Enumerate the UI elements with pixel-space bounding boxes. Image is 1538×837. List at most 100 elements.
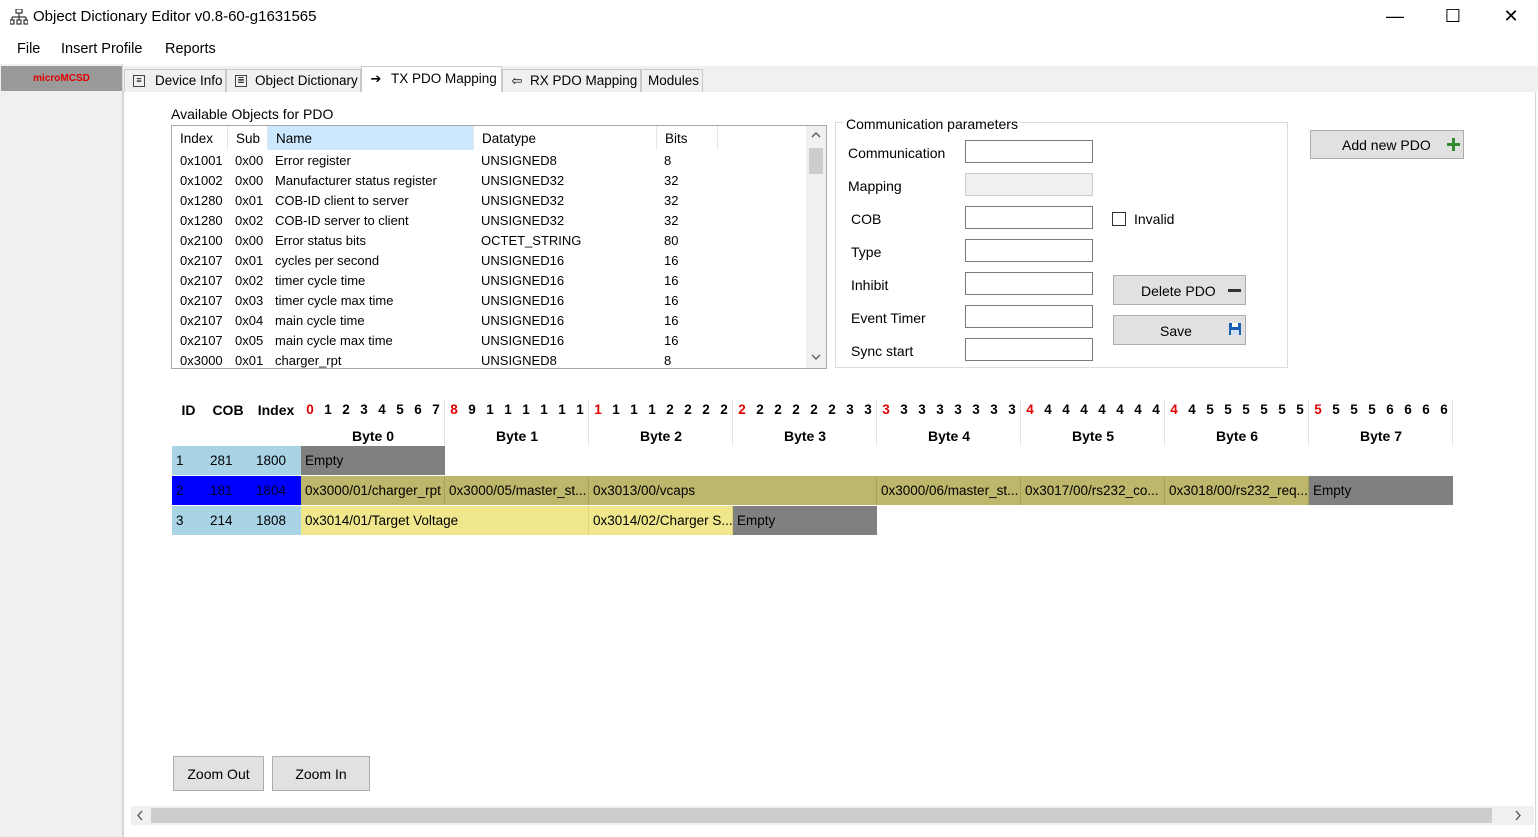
mapped-object-cell[interactable]: 0x3000/05/master_st...	[445, 476, 589, 505]
object-list-row[interactable]: 0x1280 0x01 COB-ID client to server UNSIGNE…	[172, 191, 807, 211]
tab-rx-pdo-mapping[interactable]: ⇦ RX PDO Mapping	[502, 69, 641, 92]
invalid-checkbox[interactable]	[1112, 212, 1126, 226]
pdo-cob-cell[interactable]: 214	[205, 506, 251, 535]
column-datatype[interactable]: Datatype	[474, 126, 657, 150]
pdo-id-cell[interactable]: 3	[172, 506, 205, 535]
scroll-up-icon[interactable]	[811, 131, 821, 139]
bit-number: 4	[1188, 402, 1196, 417]
menu-insert-profile[interactable]: Insert Profile	[61, 41, 142, 57]
event-timer-input[interactable]	[965, 305, 1093, 328]
horizontal-scroll-thumb[interactable]	[151, 808, 1492, 823]
column-sub[interactable]: Sub	[228, 126, 268, 150]
add-new-pdo-button[interactable]: Add new PDO	[1310, 130, 1464, 159]
row-datatype: UNSIGNED16	[481, 253, 565, 268]
byte-label: Byte 5	[1071, 428, 1115, 444]
zoom-in-button[interactable]: Zoom In	[272, 756, 370, 791]
mapped-object-cell[interactable]: Empty	[733, 506, 877, 535]
inhibit-label: Inhibit	[851, 277, 889, 293]
bit-number: 4	[1080, 402, 1088, 417]
bit-number: 6	[1386, 402, 1394, 417]
pdo-id-cell[interactable]: 1	[172, 446, 205, 475]
delete-pdo-button[interactable]: Delete PDO	[1113, 275, 1246, 305]
mapped-object-cell[interactable]: 0x3000/01/charger_rpt	[301, 476, 445, 505]
row-name: cycles per second	[275, 253, 380, 268]
bit-number: 2	[828, 402, 836, 417]
row-datatype: UNSIGNED32	[481, 213, 565, 228]
close-button[interactable]: ✕	[1482, 0, 1538, 32]
pdo-id-cell[interactable]: 2	[172, 476, 205, 505]
mapped-object-cell[interactable]: 0x3014/01/Target Voltage	[301, 506, 589, 535]
mapped-object-cell[interactable]: 0x3017/00/rs232_co...	[1021, 476, 1165, 505]
bit-number: 2	[810, 402, 818, 417]
tab-tx-pdo-mapping[interactable]: ➔ TX PDO Mapping	[361, 66, 502, 93]
mapped-object-cell[interactable]: 0x3018/00/rs232_req...	[1165, 476, 1309, 505]
tab-object-dictionary[interactable]: ≣ Object Dictionary	[226, 69, 361, 92]
object-list-row[interactable]: 0x2107 0x02 timer cycle time UNSIGNED16 16	[172, 271, 807, 291]
object-list-scrollbar[interactable]	[806, 126, 826, 368]
bit-number: 5	[1260, 402, 1268, 417]
scroll-right-icon[interactable]	[1514, 810, 1522, 821]
pdo-index-cell[interactable]: 1800	[251, 446, 301, 475]
bit-number: 2	[792, 402, 800, 417]
communication-input[interactable]	[965, 140, 1093, 163]
row-bits: 16	[664, 293, 679, 308]
column-index[interactable]: Index	[172, 126, 228, 150]
mapped-object-cell[interactable]: 0x3013/00/vcaps	[589, 476, 877, 505]
object-list-row[interactable]: 0x1280 0x02 COB-ID server to client UNSIGNE…	[172, 211, 807, 231]
import-arrow-icon: ⇦	[511, 73, 523, 88]
floppy-disk-icon	[1229, 323, 1241, 335]
row-index: 0x2107	[180, 273, 223, 288]
bit-number: 1	[630, 402, 638, 417]
pdo-cob-cell[interactable]: 181	[205, 476, 251, 505]
save-button[interactable]: Save	[1113, 315, 1246, 345]
minimize-button[interactable]: —	[1366, 0, 1424, 32]
object-list-row[interactable]: 0x2100 0x00 Error status bits OCTET_STRING 8…	[172, 231, 807, 251]
row-datatype: UNSIGNED16	[481, 313, 565, 328]
mapped-object-cell[interactable]: 0x3014/02/Charger S...	[589, 506, 733, 535]
menu-reports[interactable]: Reports	[165, 41, 216, 57]
bit-number: 4	[1134, 402, 1142, 417]
menu-file[interactable]: File	[17, 41, 40, 57]
tab-device-info[interactable]: ≡ Device Info	[124, 69, 226, 92]
mapped-object-cell[interactable]: Empty	[301, 446, 445, 475]
bit-number: 2	[342, 402, 350, 417]
bit-number: 4	[1116, 402, 1124, 417]
tab-modules[interactable]: Modules	[641, 69, 703, 92]
column-bits[interactable]: Bits	[657, 126, 718, 150]
bit-number: 3	[900, 402, 908, 417]
row-bits: 32	[664, 173, 679, 188]
pdo-index-cell[interactable]: 1808	[251, 506, 301, 535]
bit-number: 3	[990, 402, 998, 417]
device-item[interactable]: microMCSD	[1, 66, 122, 91]
maximize-button[interactable]: ☐	[1424, 0, 1482, 32]
object-list-row[interactable]: 0x1002 0x00 Manufacturer status register UN…	[172, 171, 807, 191]
row-sub: 0x01	[235, 193, 264, 208]
pdo-cob-cell[interactable]: 281	[205, 446, 251, 475]
pdo-index-cell[interactable]: 1804	[251, 476, 301, 505]
row-index: 0x2107	[180, 333, 223, 348]
row-datatype: UNSIGNED32	[481, 193, 565, 208]
available-objects-list[interactable]: Index Sub Name Datatype Bits 0x1001 0x00 E…	[171, 125, 827, 369]
row-bits: 8	[664, 353, 672, 368]
column-name[interactable]: Name	[268, 126, 474, 150]
scroll-left-icon[interactable]	[136, 810, 144, 821]
mapped-object-cell[interactable]: Empty	[1309, 476, 1453, 505]
mapped-object-cell[interactable]: 0x3000/06/master_st...	[877, 476, 1021, 505]
event-timer-label: Event Timer	[851, 310, 926, 326]
object-list-row[interactable]: 0x2107 0x01 cycles per second UNSIGNED16 16	[172, 251, 807, 271]
bit-number: 5	[396, 402, 404, 417]
object-list-row[interactable]: 0x3000 0x01 charger_rpt UNSIGNED8 8	[172, 351, 807, 368]
zoom-out-button[interactable]: Zoom Out	[173, 756, 264, 791]
object-list-row[interactable]: 0x2107 0x03 timer cycle max time UNSIGNED16…	[172, 291, 807, 311]
cob-input[interactable]	[965, 206, 1093, 229]
object-list-row[interactable]: 0x2107 0x04 main cycle time UNSIGNED16 16	[172, 311, 807, 331]
type-input[interactable]	[965, 239, 1093, 262]
scroll-down-icon[interactable]	[811, 353, 821, 361]
horizontal-scrollbar[interactable]	[131, 806, 1534, 825]
sync-start-input[interactable]	[965, 338, 1093, 361]
object-list-row[interactable]: 0x2107 0x05 main cycle max time UNSIGNED16 1…	[172, 331, 807, 351]
inhibit-input[interactable]	[965, 272, 1093, 295]
object-list-row[interactable]: 0x1001 0x00 Error register UNSIGNED8 8	[172, 151, 807, 171]
row-sub: 0x01	[235, 253, 264, 268]
scroll-thumb[interactable]	[809, 148, 823, 174]
